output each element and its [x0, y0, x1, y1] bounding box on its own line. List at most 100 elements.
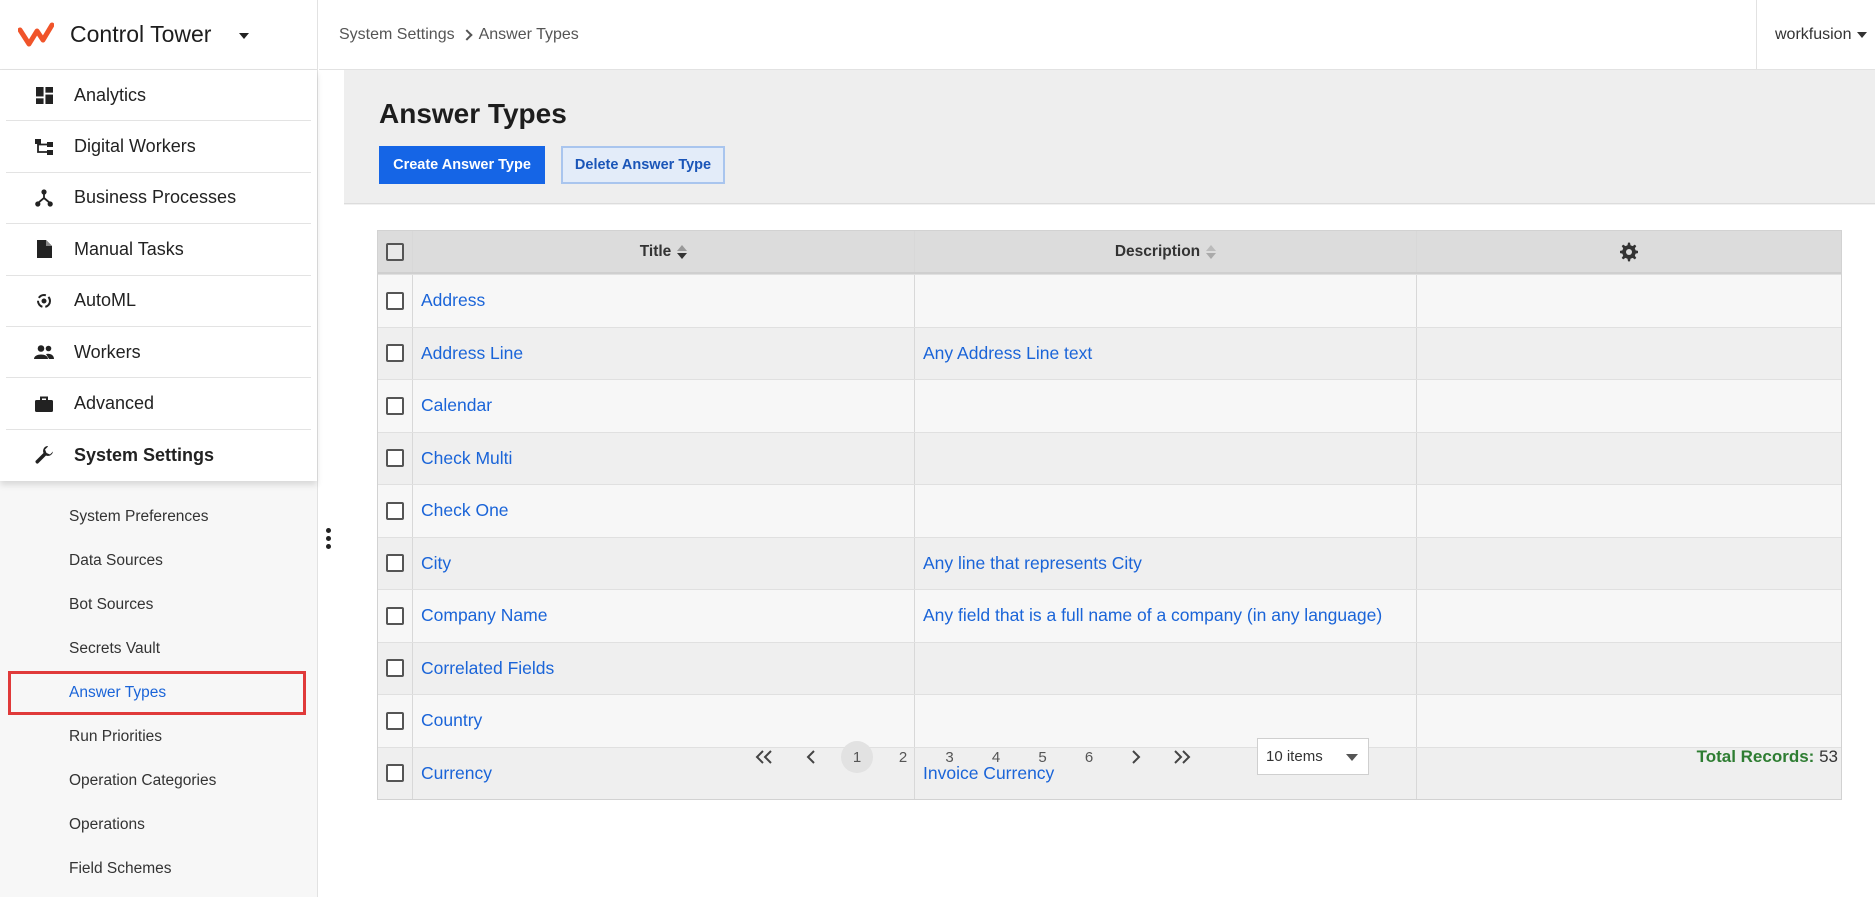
row-checkbox-cell — [378, 327, 413, 379]
subnav-item-data-sources[interactable]: Data Sources — [0, 539, 317, 583]
column-description-label: Description — [1114, 242, 1201, 260]
row-checkbox-cell — [378, 275, 413, 327]
actions-cell — [1417, 433, 1841, 485]
answer-type-title-link[interactable]: Company Name — [421, 605, 547, 626]
title-cell: Address Line — [413, 327, 915, 379]
nav-item-system-settings[interactable]: System Settings — [6, 430, 311, 481]
answer-type-title-link[interactable]: Check Multi — [421, 448, 512, 469]
row-checkbox[interactable] — [386, 291, 404, 310]
row-checkbox[interactable] — [386, 344, 404, 363]
actions-cell — [1417, 538, 1841, 590]
page-button-4[interactable]: 4 — [976, 741, 1016, 773]
table-panel: Title Description Address Address Line A… — [344, 205, 1875, 897]
answer-type-description-link[interactable]: Any line that represents City — [923, 553, 1142, 574]
delete-answer-type-button[interactable]: Delete Answer Type — [561, 146, 725, 184]
breadcrumb-system-settings[interactable]: System Settings — [339, 26, 455, 44]
table-header: Title Description — [378, 231, 1841, 274]
title-cell: Check One — [413, 485, 915, 537]
nav-item-analytics[interactable]: Analytics — [6, 70, 311, 122]
page-button-5[interactable]: 5 — [1023, 741, 1063, 773]
nav-item-automl[interactable]: AutoML — [6, 276, 311, 327]
page-button-3[interactable]: 3 — [930, 741, 970, 773]
answer-type-title-link[interactable]: Address Line — [421, 343, 523, 364]
row-checkbox-cell — [378, 537, 413, 589]
subnav-item-run-priorities[interactable]: Run Priorities — [0, 715, 317, 759]
answer-type-title-link[interactable]: Correlated Fields — [421, 658, 554, 679]
row-checkbox[interactable] — [386, 396, 404, 415]
process-icon — [32, 186, 56, 210]
nav-item-business-processes[interactable]: Business Processes — [6, 173, 311, 225]
row-checkbox-cell — [378, 590, 413, 642]
nav-item-advanced[interactable]: Advanced — [6, 378, 311, 430]
brand-header: Control Tower — [0, 0, 317, 70]
first-page-icon[interactable] — [744, 741, 784, 773]
actions-cell — [1417, 590, 1841, 642]
answer-type-title-link[interactable]: Country — [421, 710, 482, 731]
answer-type-title-link[interactable]: City — [421, 553, 451, 574]
main-content: Answer Types Create Answer Type Delete A… — [344, 70, 1875, 897]
row-checkbox-cell — [378, 380, 413, 432]
table-row: Country — [378, 694, 1841, 747]
description-cell — [915, 275, 1417, 327]
subnav-item-field-schemes[interactable]: Field Schemes — [0, 847, 317, 891]
page-button-2[interactable]: 2 — [883, 741, 923, 773]
subnav-item-bot-sources[interactable]: Bot Sources — [0, 583, 317, 627]
next-page-icon[interactable] — [1116, 741, 1156, 773]
subnav-item-answer-types[interactable]: Answer Types — [8, 671, 306, 716]
answer-type-description-link[interactable]: Any Address Line text — [923, 343, 1092, 364]
description-cell — [915, 432, 1417, 484]
page-size-value: 10 items — [1266, 748, 1323, 765]
column-header-settings — [1417, 231, 1841, 272]
title-cell: Check Multi — [413, 432, 915, 484]
nav-item-workers[interactable]: Workers — [6, 327, 311, 379]
page-button-6[interactable]: 6 — [1069, 741, 1109, 773]
table-row: Correlated Fields — [378, 641, 1841, 694]
nav-item-digital-workers[interactable]: Digital Workers — [6, 121, 311, 173]
answer-type-title-link[interactable]: Calendar — [421, 395, 492, 416]
nav-label: System Settings — [74, 444, 215, 465]
answer-type-title-link[interactable]: Check One — [421, 500, 509, 521]
select-all-checkbox[interactable] — [386, 242, 404, 261]
answer-type-description-link[interactable]: Any field that is a full name of a compa… — [923, 605, 1382, 626]
page-header: Answer Types Create Answer Type Delete A… — [344, 70, 1875, 204]
answer-type-title-link[interactable]: Address — [421, 290, 485, 311]
row-checkbox-cell — [378, 432, 413, 484]
row-checkbox[interactable] — [386, 449, 404, 468]
answer-type-title-link[interactable]: Currency — [421, 763, 492, 784]
subnav-item-operations[interactable]: Operations — [0, 803, 317, 847]
nav-item-manual-tasks[interactable]: Manual Tasks — [6, 224, 311, 276]
row-checkbox-cell — [378, 485, 413, 537]
pagination: 1 2 3 4 5 6 — [744, 741, 1209, 773]
breadcrumb: System Settings Answer Types — [339, 26, 579, 44]
page-button-1[interactable]: 1 — [841, 741, 873, 773]
row-checkbox[interactable] — [386, 501, 404, 520]
create-answer-type-button[interactable]: Create Answer Type — [379, 146, 545, 184]
sidebar-collapse-kebab-icon[interactable] — [326, 528, 332, 549]
app-switcher-caret-icon[interactable] — [239, 32, 250, 39]
sort-icon[interactable] — [677, 244, 688, 259]
top-bar: System Settings Answer Types workfusion — [319, 0, 1875, 70]
row-checkbox[interactable] — [386, 606, 404, 625]
page-size-select[interactable]: 10 items — [1257, 738, 1369, 775]
title-cell: Correlated Fields — [413, 642, 915, 694]
subnav-item-secrets-vault[interactable]: Secrets Vault — [0, 627, 317, 671]
row-checkbox[interactable] — [386, 711, 404, 730]
user-menu[interactable]: workfusion — [1756, 0, 1875, 69]
nav-label: Business Processes — [74, 187, 237, 208]
sort-icon[interactable] — [1206, 244, 1217, 259]
total-records-value: 53 — [1819, 747, 1838, 766]
previous-page-icon[interactable] — [791, 741, 831, 773]
nav-label: Analytics — [74, 84, 147, 105]
header-checkbox-cell — [378, 231, 413, 272]
row-checkbox[interactable] — [386, 764, 404, 783]
row-checkbox[interactable] — [386, 554, 404, 573]
subnav-item-operation-categories[interactable]: Operation Categories — [0, 759, 317, 803]
table-body: Address Address Line Any Address Line te… — [378, 274, 1841, 799]
row-checkbox[interactable] — [386, 659, 404, 678]
last-page-icon[interactable] — [1162, 741, 1202, 773]
subnav-item-system-preferences[interactable]: System Preferences — [0, 495, 317, 539]
gear-icon[interactable] — [1619, 242, 1639, 262]
column-header-description[interactable]: Description — [915, 231, 1417, 272]
description-cell — [915, 485, 1417, 537]
column-header-title[interactable]: Title — [413, 231, 915, 272]
